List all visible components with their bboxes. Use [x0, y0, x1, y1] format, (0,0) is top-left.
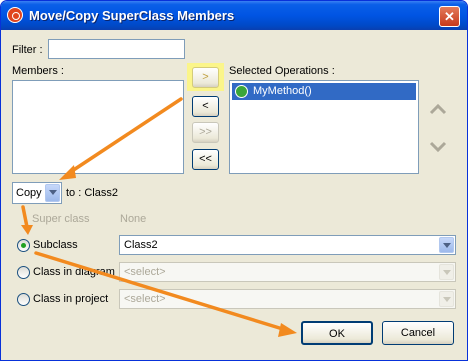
- annotation-arrows: [21, 97, 297, 337]
- arrow-to-subclass-radio: [21, 205, 29, 229]
- dialog-window: Move/Copy SuperClass Members ✕ Filter : …: [0, 0, 468, 361]
- arrow-head-ok: [278, 323, 297, 337]
- arrow-head-subclass: [21, 225, 33, 235]
- arrow-to-action-select: [67, 97, 183, 175]
- arrow-head-action: [59, 165, 76, 180]
- arrow-to-ok-button: [34, 251, 288, 332]
